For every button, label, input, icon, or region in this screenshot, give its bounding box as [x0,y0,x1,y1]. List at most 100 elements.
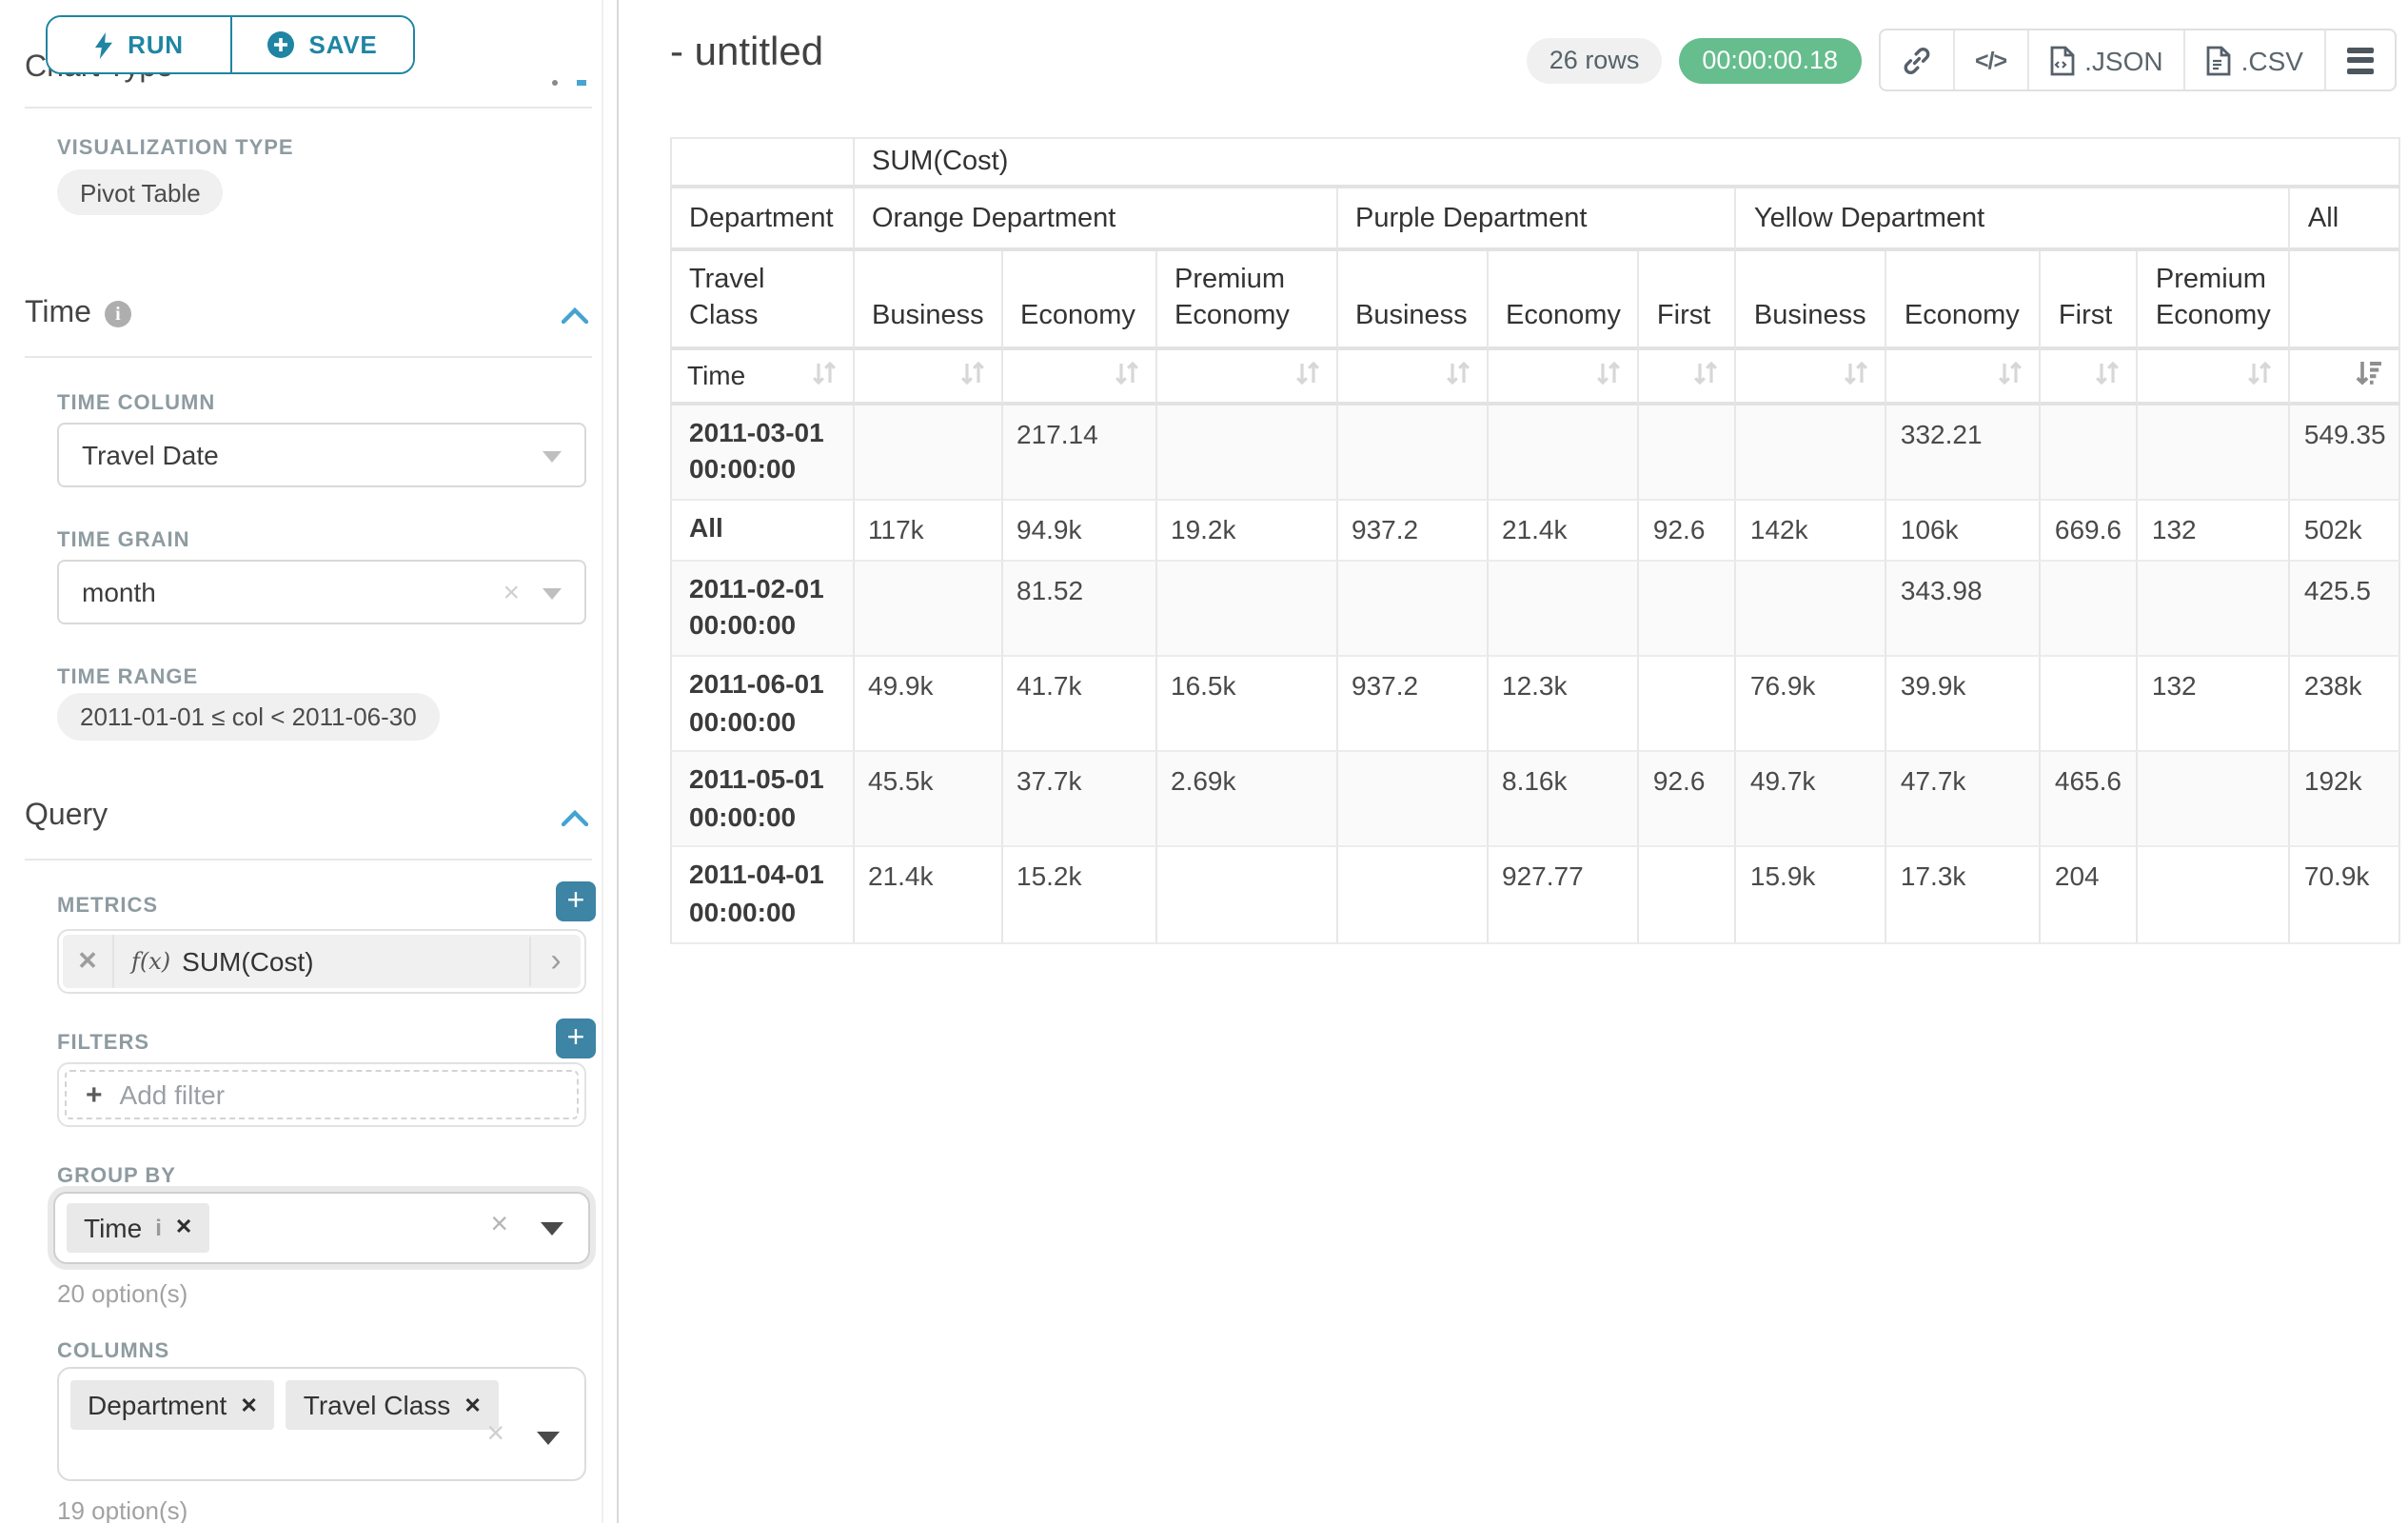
chevron-down-icon [541,1222,563,1236]
chevron-right-icon[interactable]: › [529,937,581,986]
link-icon [1901,45,1931,75]
value-cell: 343.98 [1887,562,2042,657]
sort-cell[interactable] [2139,349,2291,405]
sort-cell[interactable] [1157,349,1338,405]
share-link-button[interactable] [1880,30,1952,89]
time-column-select[interactable]: Travel Date [57,423,586,487]
remove-metric-icon[interactable]: ✕ [63,935,114,988]
remove-chip-icon[interactable]: ✕ [240,1393,257,1417]
clear-icon[interactable]: × [486,1418,504,1453]
sort-icon[interactable] [1114,359,1140,391]
value-cell [2139,753,2291,848]
info-icon[interactable]: i [105,301,131,327]
value-cell: 117k [855,501,1003,562]
chart-header-controls: 26 rows 00:00:00.18 </> .JSON .CSV [1527,29,2397,91]
clear-icon[interactable]: × [503,577,520,609]
value-cell [1737,405,1887,500]
remove-chip-icon[interactable]: ✕ [464,1393,481,1417]
time-grain-select[interactable]: month × [57,560,586,624]
value-cell: 15.2k [1003,848,1157,943]
metric-chip-label: SUM(Cost) [182,946,313,977]
column-group-header: All [2291,188,2401,251]
group-by-select[interactable]: Time i ✕ × [53,1192,590,1264]
value-cell: 45.5k [855,753,1003,848]
sort-cell[interactable] [1489,349,1640,405]
value-cell: 132 [2139,657,2291,752]
row-label: 2011-05-01 00:00:00 [670,753,855,848]
value-cell: 204 [2042,848,2139,943]
columns-select[interactable]: Department ✕ Travel Class ✕ × [57,1367,586,1481]
subcolumn-header: Economy [1489,251,1640,349]
value-cell: 425.5 [2291,562,2401,657]
columns-chip[interactable]: Department ✕ [70,1380,275,1430]
add-filter-dropzone[interactable]: + Add filter [65,1070,579,1119]
sort-icon[interactable] [811,359,838,391]
sort-icon[interactable] [959,359,986,391]
embed-code-button[interactable]: </> [1952,30,2027,89]
sidebar-scrollbar[interactable] [602,0,603,1523]
function-icon: f(x) [131,948,170,975]
value-cell [1338,562,1489,657]
group-by-chip[interactable]: Time i ✕ [67,1202,209,1252]
sort-cell[interactable] [1003,349,1157,405]
sort-cell[interactable] [855,349,1003,405]
value-cell: 15.9k [1737,848,1887,943]
value-cell: 937.2 [1338,657,1489,752]
remove-chip-icon[interactable]: ✕ [175,1215,192,1239]
subcolumn-header: First [2042,251,2139,349]
time-range-pill[interactable]: 2011-01-01 ≤ col < 2011-06-30 [57,693,440,741]
plus-icon: + [86,1078,103,1111]
query-section-title-text: Query [25,800,108,834]
sort-cell[interactable] [1737,349,1887,405]
save-button[interactable]: SAVE [229,17,413,72]
sort-desc-active-cell[interactable] [2291,349,2401,405]
subcolumn-header: First [1640,251,1737,349]
run-button[interactable]: RUN [48,17,229,72]
table-row: All117k94.9k19.2k937.221.4k92.6142k106k6… [670,501,2401,562]
filters-container: + Add filter [57,1062,586,1127]
sort-icon[interactable] [2095,359,2122,391]
sort-icon[interactable] [1445,359,1471,391]
time-section-title-text: Time [25,297,91,331]
sort-icon[interactable] [1998,359,2024,391]
value-cell: 17.3k [1887,848,2042,943]
value-cell: 142k [1737,501,1887,562]
value-cell: 16.5k [1157,657,1338,752]
value-cell [2042,657,2139,752]
sort-icon[interactable] [1294,359,1321,391]
value-cell [1157,848,1338,943]
chart-title[interactable]: - untitled [670,30,823,76]
superset-explore-app: Chart Type RUN SAVE VISUALIZATION TYPE P… [0,0,2408,1523]
value-cell: 49.7k [1737,753,1887,848]
visualization-type-pill[interactable]: Pivot Table [57,169,224,215]
sort-desc-icon[interactable] [2356,359,2384,391]
sort-icon[interactable] [2247,359,2274,391]
columns-chip[interactable]: Travel Class ✕ [286,1380,499,1430]
sort-cell[interactable] [1887,349,2042,405]
metrics-label: METRICS [57,895,158,918]
metric-chip[interactable]: ✕ f(x) SUM(Cost) › [63,935,581,988]
divider [25,356,592,358]
add-filter-button[interactable]: + [556,1019,596,1058]
value-cell [1157,562,1338,657]
time-dimension-sort-cell[interactable]: Time [670,349,855,405]
row-label: 2011-06-01 00:00:00 [670,657,855,752]
row-label: All [670,501,855,562]
sort-cell[interactable] [2042,349,2139,405]
collapse-chevron-icon[interactable] [562,809,588,826]
value-cell [1157,405,1338,500]
clear-icon[interactable]: × [490,1209,508,1243]
collapse-chevron-icon[interactable] [562,307,588,324]
filters-label: FILTERS [57,1032,149,1055]
sort-icon[interactable] [1693,359,1720,391]
sort-cell[interactable] [1338,349,1489,405]
sort-cell[interactable] [1640,349,1737,405]
add-metric-button[interactable]: + [556,881,596,921]
export-json-button[interactable]: .JSON [2027,30,2183,89]
clipped-icon [552,80,558,86]
sort-icon[interactable] [1844,359,1870,391]
sort-icon[interactable] [1596,359,1623,391]
value-cell: 49.9k [855,657,1003,752]
export-csv-button[interactable]: .CSV [2184,30,2324,89]
more-options-button[interactable] [2324,30,2395,89]
